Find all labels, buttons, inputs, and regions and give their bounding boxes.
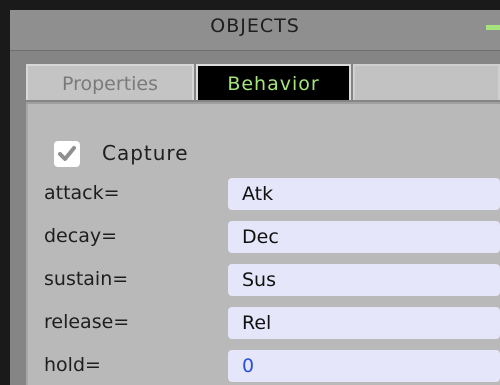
hold-input[interactable]	[228, 350, 500, 382]
objects-panel: OBJECTS Properties Behavior Capture atta…	[10, 10, 500, 385]
tab-properties[interactable]: Properties	[26, 64, 194, 100]
checkmark-icon	[58, 146, 76, 161]
capture-checkbox[interactable]	[54, 141, 80, 167]
sustain-input[interactable]	[228, 264, 500, 296]
panel-titlebar[interactable]: OBJECTS	[10, 10, 500, 51]
tab-behavior[interactable]: Behavior	[196, 64, 351, 100]
decay-input[interactable]	[228, 221, 500, 253]
tab-bar-filler	[353, 64, 500, 100]
sustain-label: sustain=	[44, 268, 129, 290]
decay-label: decay=	[44, 225, 118, 247]
capture-label: Capture	[102, 141, 189, 165]
attack-label: attack=	[44, 182, 120, 204]
behavior-content: Capture attack= decay= sustain= release=…	[26, 104, 500, 385]
tab-bar: Properties Behavior	[26, 64, 500, 104]
release-label: release=	[44, 311, 130, 333]
panel-title: OBJECTS	[210, 15, 300, 37]
release-input[interactable]	[228, 307, 500, 339]
titlebar-accent-mark	[486, 25, 500, 30]
attack-input[interactable]	[228, 178, 500, 210]
hold-label: hold=	[44, 354, 101, 376]
